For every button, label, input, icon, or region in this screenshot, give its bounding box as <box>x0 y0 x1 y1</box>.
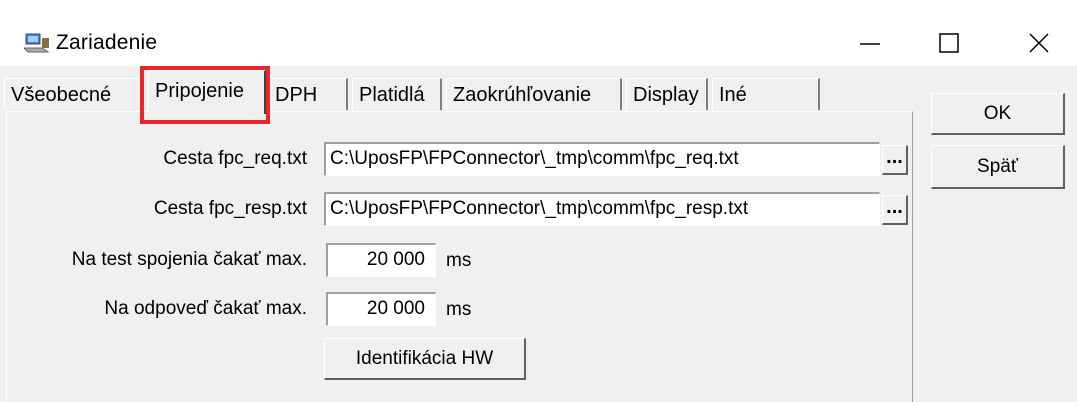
ok-label: OK <box>983 103 1012 124</box>
tab-platidla[interactable]: Platidlá <box>352 78 442 110</box>
minimize-icon <box>860 43 880 45</box>
req-path-label: Cesta fpc_req.txt <box>163 148 307 169</box>
identify-hw-label: Identifikácia HW <box>355 348 494 369</box>
close-icon <box>1029 33 1049 53</box>
resp-path-field[interactable]: C:\UposFP\FPConnector\_tmp\comm\fpc_resp… <box>324 192 880 226</box>
tab-zaokruhlovanie[interactable]: Zaokrúhľovanie <box>446 78 622 110</box>
reply-wait-field[interactable]: 20 000 <box>326 292 436 326</box>
maximize-icon <box>939 33 959 53</box>
title-bar: Zariadenie <box>0 0 1077 66</box>
ellipsis-icon: ... <box>886 146 903 168</box>
resp-path-label: Cesta fpc_resp.txt <box>153 198 307 219</box>
window-title: Zariadenie <box>56 31 158 54</box>
tab-highlight-box <box>140 66 270 124</box>
close-button[interactable] <box>1005 16 1067 72</box>
reply-wait-label: Na odpoveď čakať max. <box>104 298 307 319</box>
ok-button[interactable]: OK <box>931 93 1065 135</box>
maximize-button[interactable] <box>916 16 978 72</box>
computer-icon <box>24 33 50 53</box>
tab-ine[interactable]: Iné <box>712 78 820 110</box>
req-path-field[interactable]: C:\UposFP\FPConnector\_tmp\comm\fpc_req.… <box>324 142 880 176</box>
tab-vseobecne[interactable]: Všeobecné <box>4 78 142 110</box>
identify-hw-button[interactable]: Identifikácia HW <box>324 338 526 380</box>
ellipsis-icon: ... <box>886 196 903 218</box>
reply-wait-unit: ms <box>446 299 472 320</box>
back-label: Späť <box>977 156 1018 177</box>
resp-browse-button[interactable]: ... <box>882 195 908 225</box>
req-browse-button[interactable]: ... <box>882 145 908 175</box>
test-wait-unit: ms <box>446 250 472 271</box>
tab-dph[interactable]: DPH <box>268 78 348 110</box>
tab-display[interactable]: Display <box>626 78 708 110</box>
minimize-button[interactable] <box>838 16 900 72</box>
test-wait-field[interactable]: 20 000 <box>326 243 436 277</box>
back-button[interactable]: Späť <box>931 145 1065 189</box>
test-wait-label: Na test spojenia čakať max. <box>71 249 307 270</box>
